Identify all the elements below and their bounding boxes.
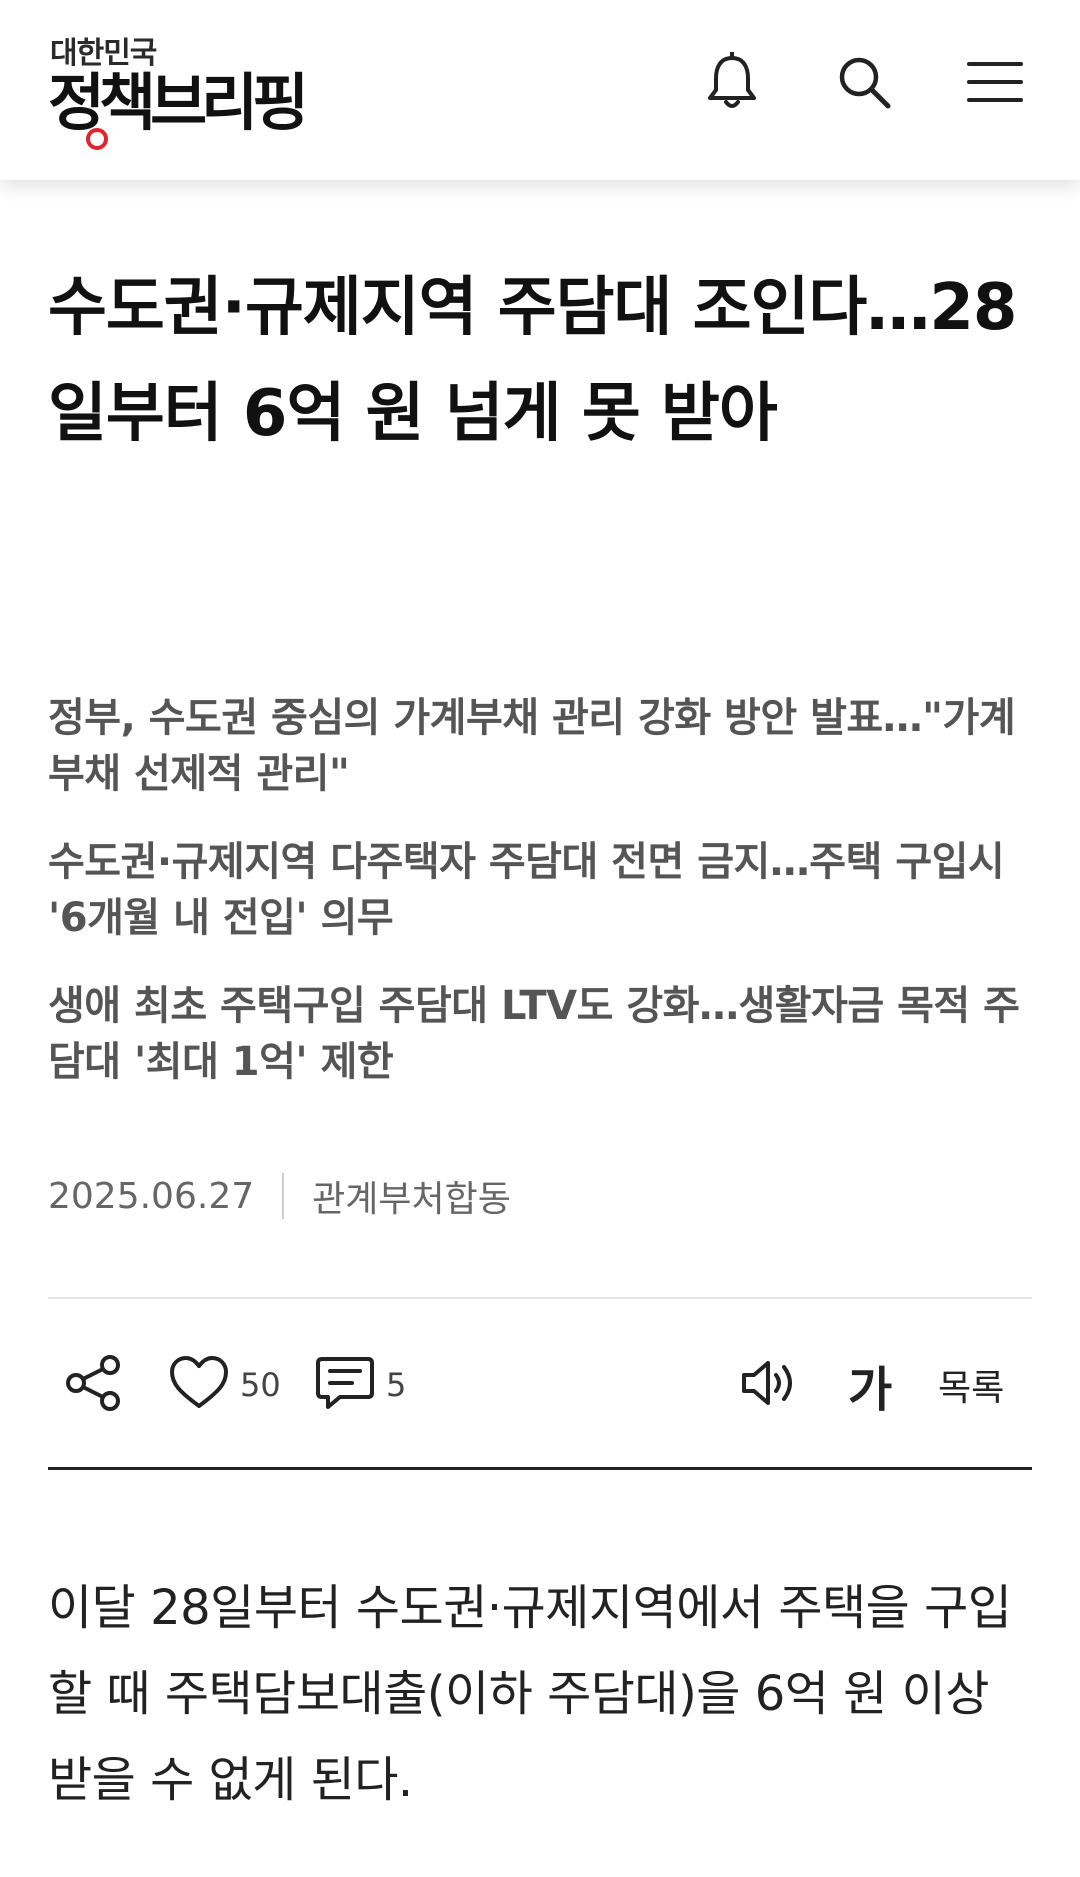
article-toolbar: 50 5 가 목록 <box>48 1340 1032 1430</box>
speaker-icon <box>738 1355 802 1415</box>
toolbar-divider-top <box>48 1297 1032 1299</box>
article-date: 2025.06.27 <box>48 1175 255 1217</box>
comment-icon <box>314 1353 376 1417</box>
share-icon <box>62 1351 126 1419</box>
subtitle-item: 정부, 수도권 중심의 가계부채 관리 강화 방안 발표…"가계부채 선제적 관… <box>48 695 1016 797</box>
logo-title: 정책브리핑 <box>48 66 309 139</box>
share-button[interactable] <box>62 1340 126 1430</box>
article-subtitles: 정부, 수도권 중심의 가계부채 관리 강화 방안 발표…"가계부채 선제적 관… <box>48 690 1038 1122</box>
comment-count: 5 <box>386 1366 407 1404</box>
article-source[interactable]: 관계부처합동 <box>312 1170 511 1222</box>
meta-divider <box>282 1173 285 1219</box>
search-icon[interactable] <box>832 50 896 114</box>
heart-icon <box>168 1354 230 1416</box>
article-title: 수도권·규제지역 주담대 조인다…28일부터 6억 원 넘게 못 받아 <box>48 271 1017 451</box>
like-count: 50 <box>240 1366 281 1404</box>
article-body: 이달 28일부터 수도권·규제지역에서 주택을 구입할 때 주택담보대출(이하 … <box>48 1580 1012 1808</box>
toolbar-divider-bottom <box>48 1467 1032 1470</box>
subtitle-item: 생애 최초 주택구입 주담대 LTV도 강화…생활자금 목적 주담대 '최대 1… <box>48 983 1020 1085</box>
bell-icon[interactable] <box>700 50 764 114</box>
site-header: 대한민국 정책브리핑 <box>0 0 1080 180</box>
menu-icon[interactable] <box>963 50 1027 114</box>
comment-button[interactable]: 5 <box>314 1340 406 1430</box>
site-logo[interactable]: 대한민국 정책브리핑 <box>48 28 348 158</box>
like-button[interactable]: 50 <box>168 1340 281 1430</box>
article-meta: 2025.06.27 관계부처합동 <box>48 1170 511 1222</box>
subtitle-item: 수도권·규제지역 다주택자 주담대 전면 금지…주택 구입시 '6개월 내 전입… <box>48 839 1005 941</box>
listen-button[interactable] <box>738 1340 802 1430</box>
font-size-button[interactable]: 가 <box>848 1340 892 1430</box>
logo-red-dot <box>86 128 108 150</box>
list-button[interactable]: 목록 <box>938 1340 1004 1430</box>
